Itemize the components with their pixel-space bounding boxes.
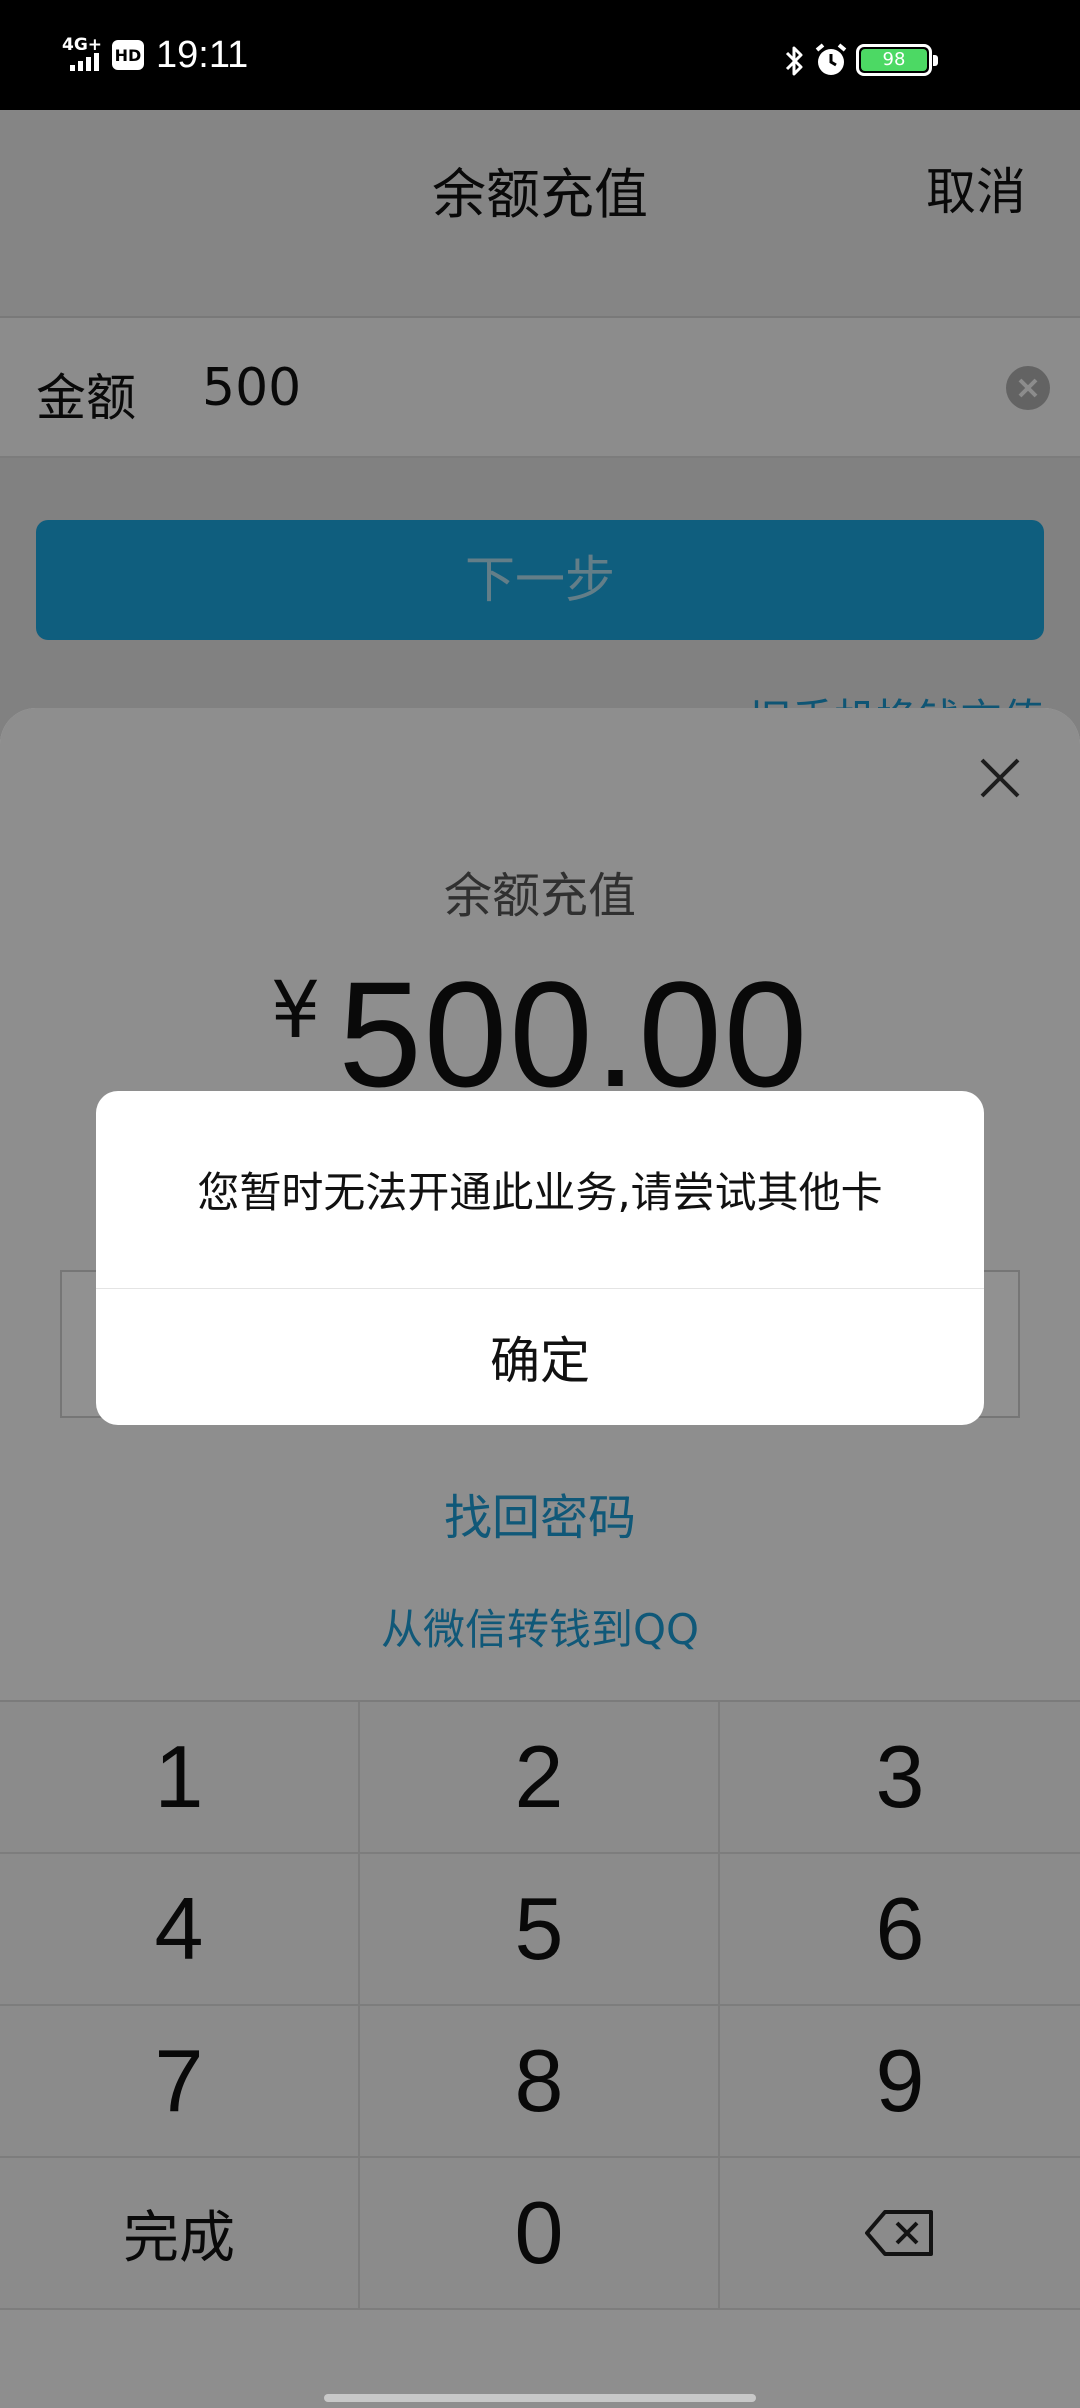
network-type: 4G+ — [62, 35, 103, 55]
battery-icon: 98 — [856, 44, 938, 76]
confirm-button[interactable]: 确定 — [96, 1289, 984, 1425]
status-left: 4G+ HD 19:11 — [62, 30, 248, 80]
hd-icon: HD — [112, 40, 144, 70]
clock: 19:11 — [156, 33, 249, 76]
dialog-message: 您暂时无法开通此业务,请尝试其他卡 — [96, 1091, 984, 1289]
battery-level: 98 — [882, 49, 906, 70]
signal-icon: 4G+ — [62, 33, 103, 77]
bluetooth-icon — [785, 46, 803, 76]
alarm-icon — [815, 43, 847, 75]
alert-dialog: 您暂时无法开通此业务,请尝试其他卡 确定 — [96, 1091, 984, 1425]
home-indicator — [324, 2394, 756, 2402]
sheet-dim-overlay — [0, 708, 1080, 2408]
status-bar: 4G+ HD 19:11 98 — [0, 0, 1080, 110]
